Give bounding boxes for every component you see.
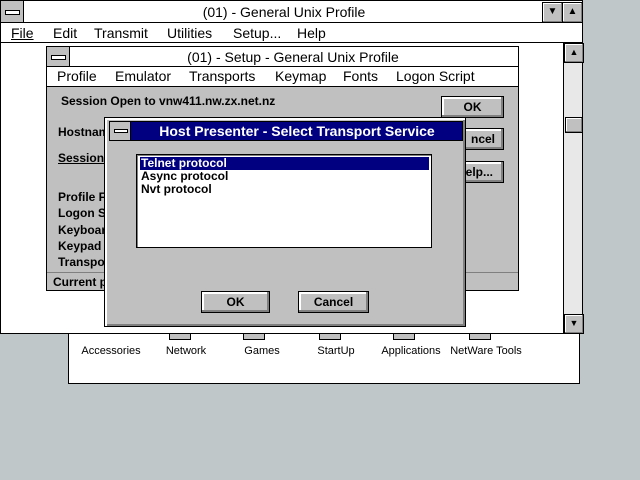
setup-menu-transports[interactable]: Transports [189, 68, 255, 84]
select-transport-dialog: Host Presenter - Select Transport Servic… [104, 117, 466, 327]
menu-setup[interactable]: Setup... [233, 25, 281, 41]
field-label-logon-script: Logon S [58, 206, 106, 220]
menu-bar: File Edit Transmit Utilities Setup... He… [1, 24, 582, 43]
setup-menu-fonts-label: Fonts [343, 68, 379, 84]
maximize-icon[interactable]: ▲ [562, 2, 583, 23]
menu-file[interactable]: File [11, 25, 34, 41]
window-title: (01) - General Unix Profile [202, 4, 366, 20]
setup-system-menu-icon[interactable] [47, 47, 70, 66]
setup-menu-fonts[interactable]: Fonts [343, 68, 378, 84]
group-label-netware-tools[interactable]: NetWare Tools [450, 345, 522, 357]
menu-transmit-label: Transmit [94, 25, 148, 41]
field-label-hostname: Hostnam [58, 125, 110, 139]
menu-help-label: Help [297, 25, 326, 41]
menu-utilities-label: Utilities [167, 25, 213, 41]
dialog-cancel-button[interactable]: Cancel [298, 291, 369, 313]
minimize-icon[interactable]: ▼ [542, 2, 563, 23]
setup-menu-transports-label: Transports [189, 68, 256, 84]
scroll-down-icon[interactable]: ▼ [564, 314, 584, 334]
group-label-accessories[interactable]: Accessories [81, 345, 140, 357]
setup-menu-logon-script[interactable]: Logon Script [396, 68, 475, 84]
setup-menu-emulator[interactable]: Emulator [115, 68, 171, 84]
group-label-network[interactable]: Network [166, 345, 206, 357]
status-text: Current p [53, 275, 107, 289]
setup-menu-keymap-label: Keymap [275, 68, 327, 84]
group-label-startup[interactable]: StartUp [317, 345, 354, 357]
field-label-transport: Transpo [58, 255, 105, 269]
field-label-keyboard: Keyboar [58, 223, 107, 237]
setup-menu-logon-script-label: Logon Script [396, 68, 475, 84]
setup-menu-profile-label: Profile [57, 68, 97, 84]
setup-menu-profile[interactable]: Profile [57, 68, 97, 84]
dialog-title-bar: Host Presenter - Select Transport Servic… [109, 121, 463, 141]
menu-edit-label: Edit [53, 25, 78, 41]
setup-window-title: (01) - Setup - General Unix Profile [187, 49, 399, 65]
setup-menu-keymap[interactable]: Keymap [275, 68, 326, 84]
setup-menu-bar: Profile Emulator Transports Keymap Fonts… [47, 67, 518, 87]
menu-edit[interactable]: Edit [53, 25, 77, 41]
session-open-text: Session Open to vnw411.nw.zx.net.nz [61, 94, 276, 108]
field-label-session: Session [58, 151, 105, 165]
group-label-applications[interactable]: Applications [381, 345, 440, 357]
field-label-keypad: Keypad [58, 239, 102, 253]
setup-ok-button[interactable]: OK [441, 96, 504, 118]
scroll-up-icon[interactable]: ▲ [564, 43, 584, 63]
group-label-games[interactable]: Games [244, 345, 279, 357]
setup-title-bar: (01) - Setup - General Unix Profile [47, 47, 518, 67]
menu-setup-label: Setup... [233, 25, 282, 41]
list-item-nvt[interactable]: Nvt protocol [140, 183, 429, 196]
program-manager-window: Accessories Network Games StartUp Applic… [68, 326, 580, 384]
dialog-system-menu-icon[interactable] [110, 122, 131, 140]
transport-listbox[interactable]: Telnet protocol Async protocol Nvt proto… [136, 154, 432, 248]
field-label-profile-file: Profile F [58, 190, 107, 204]
menu-help[interactable]: Help [297, 25, 326, 41]
menu-transmit[interactable]: Transmit [94, 25, 148, 41]
title-bar: (01) - General Unix Profile ▼ ▲ [1, 1, 583, 23]
dialog-ok-button[interactable]: OK [201, 291, 270, 313]
vertical-scrollbar[interactable]: ▲ ▼ [563, 43, 584, 334]
menu-file-label: File [11, 25, 34, 41]
system-menu-icon[interactable] [1, 1, 24, 22]
scroll-thumb[interactable] [565, 117, 583, 133]
setup-menu-emulator-label: Emulator [115, 68, 172, 84]
menu-utilities[interactable]: Utilities [167, 25, 212, 41]
dialog-title: Host Presenter - Select Transport Servic… [159, 123, 435, 139]
